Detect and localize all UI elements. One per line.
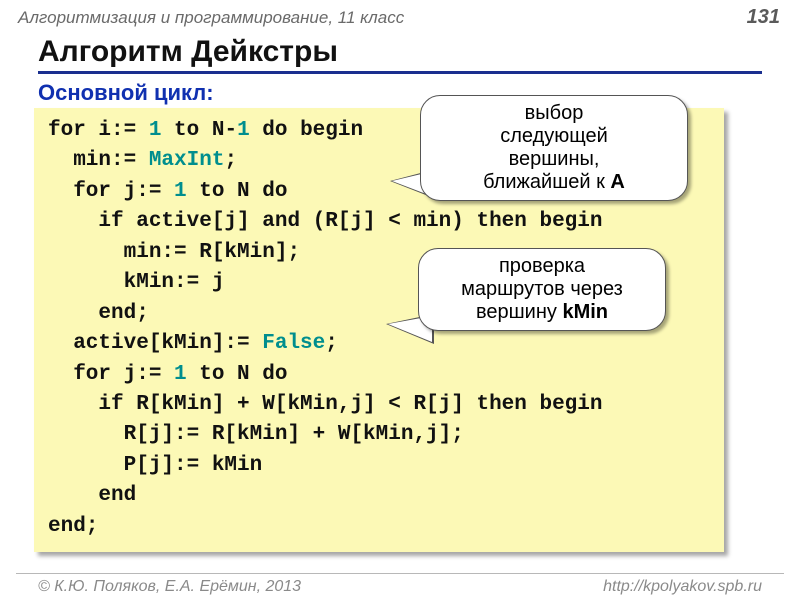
callout-1-line: ближайшей к A: [435, 171, 673, 194]
course-label: Алгоритмизация и программирование, 11 кл…: [18, 8, 404, 28]
code-token: 1: [237, 119, 250, 142]
code-token: R[j]:= R[kMin] + W[kMin,j];: [48, 423, 464, 446]
code-token: if R[kMin] + W[kMin,j] < R[j] then begin: [48, 393, 603, 416]
code-token: ;: [325, 332, 338, 355]
callout-check-routes: проверка маршрутов через вершину kMin: [418, 248, 666, 331]
page-number: 131: [747, 6, 780, 29]
code-token: do begin: [250, 119, 363, 142]
code-token: to N-: [161, 119, 237, 142]
code-token: if active[j] and (R[j] < min) then begin: [48, 210, 603, 233]
code-token: False: [262, 332, 325, 355]
code-token: 1: [149, 119, 162, 142]
callout-select-next-vertex: выбор следующей вершины, ближайшей к A: [420, 95, 688, 201]
callout-2-line: маршрутов через: [433, 278, 651, 301]
callout-1-line: вершины,: [435, 148, 673, 171]
callout-2-line: вершину kMin: [433, 301, 651, 324]
code-token: to N do: [187, 180, 288, 203]
code-token: P[j]:= kMin: [48, 454, 262, 477]
code-token: min:=: [48, 149, 149, 172]
callout-1-line: следующей: [435, 125, 673, 148]
code-token: end: [48, 484, 136, 507]
code-token: to N do: [187, 363, 288, 386]
callout-1-line: выбор: [435, 102, 673, 125]
section-subtitle: Основной цикл:: [38, 80, 800, 106]
code-token: ;: [224, 149, 237, 172]
code-token: end;: [48, 515, 98, 538]
code-token: for j:=: [48, 180, 174, 203]
code-token: kMin:= j: [48, 271, 224, 294]
code-token: min:= R[kMin];: [48, 241, 300, 264]
header-bar: Алгоритмизация и программирование, 11 кл…: [0, 0, 800, 31]
callout-2-line: проверка: [433, 255, 651, 278]
footer-bar: © К.Ю. Поляков, Е.А. Ерёмин, 2013 http:/…: [16, 573, 784, 596]
code-token: active[kMin]:=: [48, 332, 262, 355]
code-token: MaxInt: [149, 149, 225, 172]
copyright: © К.Ю. Поляков, Е.А. Ерёмин, 2013: [38, 578, 301, 596]
code-token: for j:=: [48, 363, 174, 386]
code-token: 1: [174, 363, 187, 386]
footer-url: http://kpolyakov.spb.ru: [603, 578, 762, 596]
code-token: for i:=: [48, 119, 149, 142]
code-token: 1: [174, 180, 187, 203]
code-token: end;: [48, 302, 149, 325]
page-title: Алгоритм Дейкстры: [38, 35, 762, 74]
